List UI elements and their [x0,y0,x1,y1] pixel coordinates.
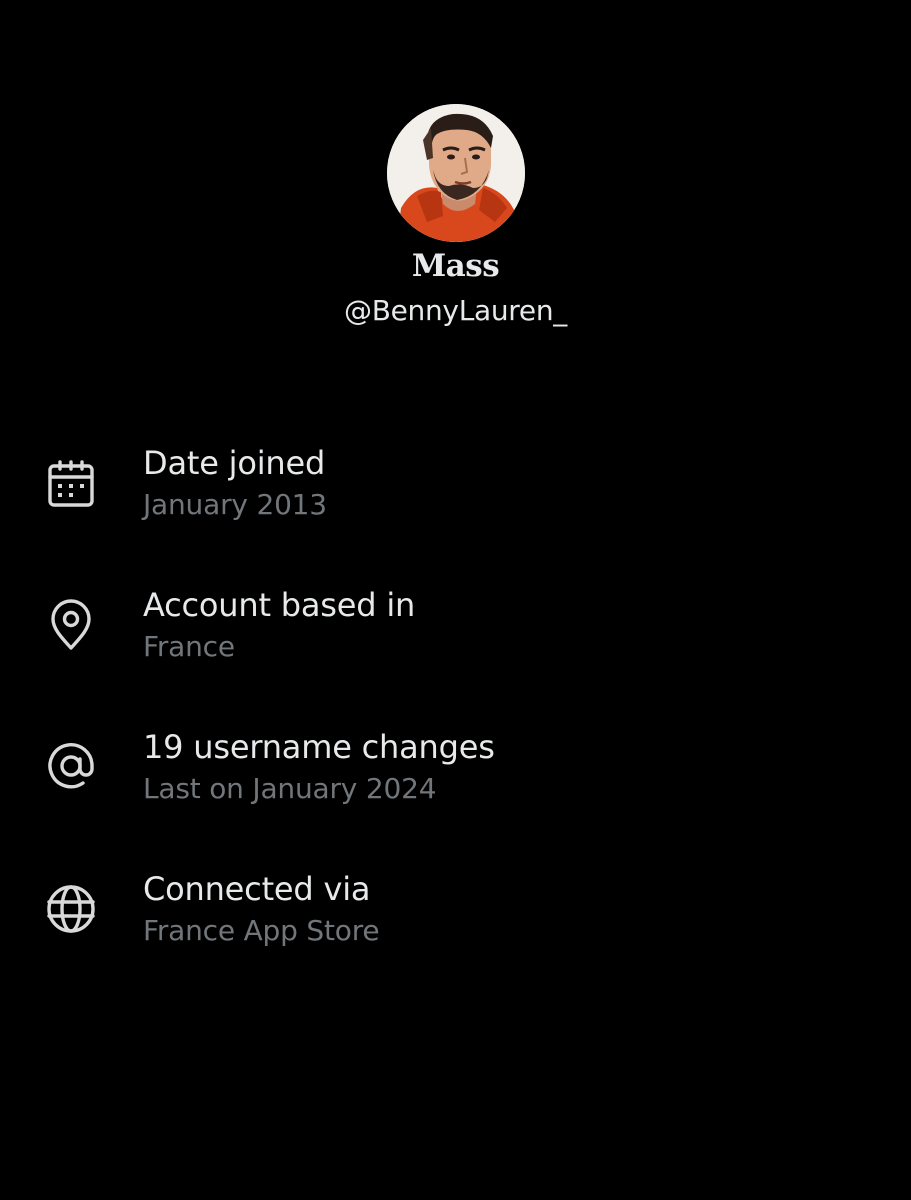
calendar-icon [42,455,100,513]
info-value: Last on January 2024 [143,772,437,805]
info-item-date-joined: Date joined January 2013 [0,444,911,554]
info-item-account-based-in: Account based in France [0,586,911,696]
avatar[interactable] [387,104,525,242]
avatar-image [387,104,525,242]
info-item-connected-via: Connected via France App Store [0,870,911,980]
info-value: January 2013 [143,488,327,521]
display-name: Mass [411,248,500,284]
info-title: Connected via [143,870,371,908]
globe-icon [42,880,100,938]
info-value: France [143,630,235,663]
info-title: Date joined [143,444,326,482]
info-item-username-changes: 19 username changes Last on January 2024 [0,728,911,838]
info-title: Account based in [143,586,416,624]
username-handle: @BennyLauren_ [344,294,567,327]
info-value: France App Store [143,914,380,947]
info-title: 19 username changes [143,728,495,766]
location-pin-icon [42,596,100,654]
at-sign-icon [42,737,100,795]
